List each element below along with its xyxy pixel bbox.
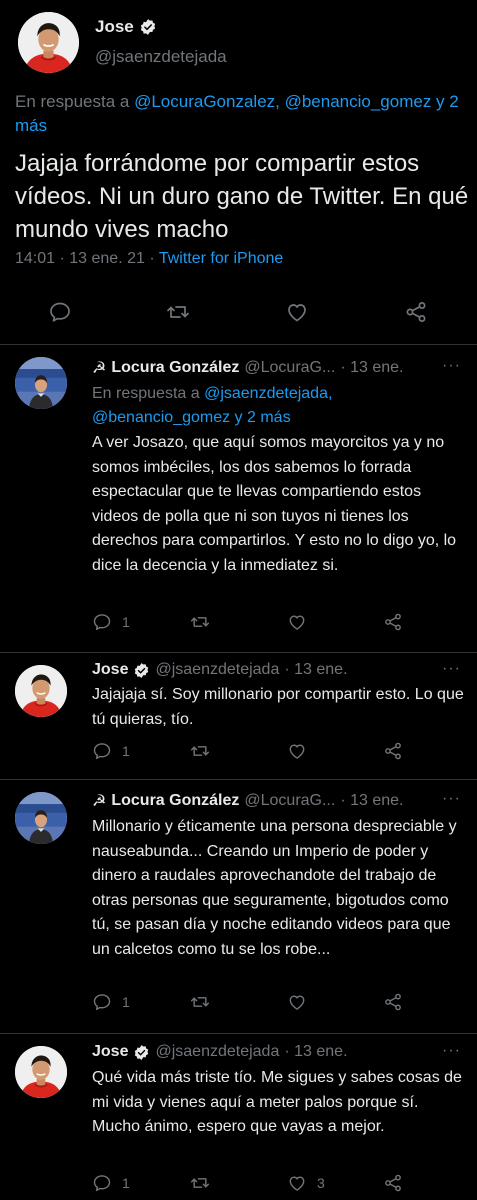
like-count: 3 <box>317 1175 325 1191</box>
reply-prefix: En respuesta a <box>15 92 130 111</box>
author-handle[interactable]: @jsaenzdetejada <box>155 661 279 679</box>
retweet-icon <box>190 992 210 1012</box>
more-options-icon[interactable]: ··· <box>442 1042 461 1060</box>
avatar[interactable] <box>15 1046 67 1098</box>
like-button[interactable] <box>287 741 307 761</box>
tweet-text: Jajaja forrándome por compartir estos ví… <box>15 150 469 243</box>
retweet-button[interactable] <box>190 1173 210 1193</box>
reply-tweet[interactable]: ☭ Locura González @LocuraG... · 13 ene. … <box>0 780 477 1034</box>
like-icon <box>287 612 307 632</box>
share-icon <box>383 992 403 1012</box>
retweet-icon <box>190 612 210 632</box>
reply-icon <box>92 741 112 761</box>
hammer-sickle-icon: ☭ <box>92 793 107 810</box>
reply-prefix: En respuesta a <box>92 385 200 402</box>
reply-date[interactable]: · 13 ene. <box>340 792 403 810</box>
tweet-source-link[interactable]: Twitter for iPhone <box>159 250 284 267</box>
author-name[interactable]: Locura González <box>111 359 239 377</box>
retweet-icon <box>190 1173 210 1193</box>
like-icon <box>287 741 307 761</box>
reply-context: En respuesta a @jsaenzdetejada, @benanci… <box>92 382 464 430</box>
share-button[interactable] <box>383 612 403 632</box>
author-name[interactable]: Jose <box>92 1043 128 1061</box>
retweet-button[interactable] <box>190 612 210 632</box>
reply-header: Jose @jsaenzdetejada · 13 ene. <box>92 1043 348 1061</box>
author-row: Jose <box>95 17 157 37</box>
reply-icon <box>92 1173 112 1193</box>
share-icon <box>383 612 403 632</box>
reply-button[interactable]: 1 <box>92 1173 130 1193</box>
author-name[interactable]: Jose <box>95 17 134 37</box>
more-options-icon[interactable]: ··· <box>442 660 461 678</box>
hammer-sickle-icon: ☭ <box>92 360 107 377</box>
reply-button[interactable] <box>48 300 72 324</box>
tweet-timestamp[interactable]: 14:01 · 13 ene. 21 · <box>15 250 155 267</box>
reply-tweet[interactable]: ☭ Locura González @LocuraG... · 13 ene. … <box>0 345 477 653</box>
verified-icon <box>133 1044 150 1061</box>
reply-icon <box>48 300 72 324</box>
reply-header: ☭ Locura González @LocuraG... · 13 ene. <box>92 358 403 378</box>
reply-header: Jose @jsaenzdetejada · 13 ene. <box>92 661 348 679</box>
reply-tweet[interactable]: Jose @jsaenzdetejada · 13 ene. ··· Qué v… <box>0 1034 477 1200</box>
reply-icon <box>92 612 112 632</box>
share-icon <box>404 300 428 324</box>
reply-count: 1 <box>122 743 130 759</box>
avatar[interactable] <box>15 792 67 844</box>
author-handle[interactable]: @LocuraG... <box>244 792 335 810</box>
reply-date[interactable]: · 13 ene. <box>284 1043 347 1061</box>
tweet-text: Qué vida más triste tío. Me sigues y sab… <box>92 1069 462 1135</box>
retweet-button[interactable] <box>166 300 190 324</box>
like-icon <box>287 992 307 1012</box>
avatar[interactable] <box>15 357 67 409</box>
reply-header: ☭ Locura González @LocuraG... · 13 ene. <box>92 791 403 811</box>
like-button[interactable] <box>287 612 307 632</box>
reply-button[interactable]: 1 <box>92 612 130 632</box>
share-button[interactable] <box>404 300 428 324</box>
verified-icon <box>133 662 150 679</box>
like-icon <box>285 300 309 324</box>
like-button[interactable]: 3 <box>287 1173 325 1193</box>
reply-context: En respuesta a @LocuraGonzalez, @benanci… <box>15 90 465 138</box>
tweet-meta: 14:01 · 13 ene. 21 · Twitter for iPhone <box>15 250 283 268</box>
reply-button[interactable]: 1 <box>92 741 130 761</box>
avatar[interactable] <box>18 12 79 73</box>
author-name[interactable]: Jose <box>92 661 128 679</box>
author-handle[interactable]: @jsaenzdetejada <box>95 47 227 67</box>
more-options-icon[interactable]: ··· <box>442 790 461 808</box>
more-options-icon[interactable]: ··· <box>442 357 461 375</box>
reply-icon <box>92 992 112 1012</box>
author-handle[interactable]: @jsaenzdetejada <box>155 1043 279 1061</box>
reply-tweet[interactable]: Jose @jsaenzdetejada · 13 ene. ··· Jajaj… <box>0 653 477 780</box>
retweet-icon <box>190 741 210 761</box>
reply-date[interactable]: · 13 ene. <box>340 359 403 377</box>
share-button[interactable] <box>383 1173 403 1193</box>
share-button[interactable] <box>383 992 403 1012</box>
author-name[interactable]: Locura González <box>111 792 239 810</box>
retweet-button[interactable] <box>190 992 210 1012</box>
main-tweet: Jose @jsaenzdetejada En respuesta a @Loc… <box>0 0 477 345</box>
retweet-icon <box>166 300 190 324</box>
share-icon <box>383 1173 403 1193</box>
reply-count: 1 <box>122 1175 130 1191</box>
retweet-button[interactable] <box>190 741 210 761</box>
tweet-text: A ver Josazo, que aquí somos mayorcitos … <box>92 434 457 574</box>
reply-button[interactable]: 1 <box>92 992 130 1012</box>
like-icon <box>287 1173 307 1193</box>
share-button[interactable] <box>383 741 403 761</box>
reply-count: 1 <box>122 614 130 630</box>
avatar[interactable] <box>15 665 67 717</box>
verified-icon <box>139 18 157 36</box>
tweet-text: Jajajaja sí. Soy millonario por comparti… <box>92 686 464 728</box>
action-bar <box>0 300 477 330</box>
reply-count: 1 <box>122 994 130 1010</box>
tweet-text: Millonario y éticamente una persona desp… <box>92 818 457 958</box>
reply-date[interactable]: · 13 ene. <box>284 661 347 679</box>
author-handle[interactable]: @LocuraG... <box>244 359 335 377</box>
share-icon <box>383 741 403 761</box>
like-button[interactable] <box>285 300 309 324</box>
like-button[interactable] <box>287 992 307 1012</box>
